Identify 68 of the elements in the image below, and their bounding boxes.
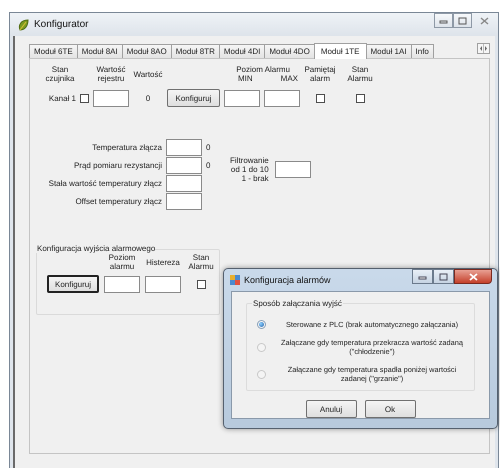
column-header: Poziom Alarmu [235,65,291,74]
dialog-button[interactable]: Ok [364,400,416,418]
input-field[interactable] [166,175,202,192]
close-icon [468,272,478,280]
dialog-button[interactable]: Anuluj [306,400,356,418]
tab[interactable]: Moduł 8AI [76,44,123,58]
radio-button[interactable] [257,370,266,378]
field-label: Prąd pomiaru rezystancji [72,161,162,170]
maximize-button[interactable] [453,13,472,28]
value-text: 0 [144,94,152,102]
column-header: Pamiętaj alarm [304,65,336,83]
group-title: Konfiguracja wyjścia alarmowego [36,244,156,253]
tab[interactable]: Moduł 1TE [314,43,366,59]
close-icon [480,16,488,24]
tab[interactable]: Info [410,44,434,58]
tab-scroll-arrows-icon[interactable] [477,43,490,54]
column-header: Stan czujnika [44,65,76,83]
field-label: Temperatura złącza [91,143,162,152]
tab[interactable]: Moduł 1AI [366,44,412,58]
checkbox[interactable] [316,94,324,102]
input-field[interactable] [166,157,202,174]
input-field[interactable] [166,193,202,210]
group-title: Sposób załączania wyjść [252,299,343,308]
column-header: Poziom alarmu [108,253,136,271]
minimize-button[interactable] [412,269,433,284]
column-header: MIN [238,74,253,83]
max-field[interactable] [264,90,300,106]
register-value-field[interactable] [93,90,129,106]
app-icon [230,275,240,285]
filter-label: Filtrowanie od 1 do 10 1 - brak [230,156,269,183]
maximize-button[interactable] [433,269,454,284]
tab[interactable]: Moduł 8AO [122,44,172,58]
min-field[interactable] [224,90,260,106]
minimize-button[interactable] [434,13,453,28]
column-header: Histereza [145,258,181,269]
window-title: Konfigurator [34,19,88,30]
close-button[interactable] [454,269,492,284]
configure-button[interactable]: Konfiguruj [167,89,220,107]
column-header: Wartość rejestru [95,65,127,83]
radio-button[interactable] [257,342,266,352]
column-header: Stan Alarmu [346,65,374,83]
column-header: Wartość [133,70,163,81]
tab[interactable]: Moduł 8TR [170,44,220,58]
configure-button[interactable]: Konfiguruj [47,275,99,293]
reading-text: 0 [206,161,212,170]
field-label: Stała wartość temperatury złącz [48,179,162,188]
channel-label: Kanał 1 [48,94,76,102]
tab[interactable]: Moduł 4DI [218,44,266,58]
maximize-icon [439,272,448,280]
leaf-icon [18,18,29,30]
minimize-icon [439,18,448,24]
column-header: MAX [280,74,298,83]
alarm-level-field[interactable] [104,276,140,292]
tab[interactable]: Moduł 4DO [264,44,315,58]
checkbox[interactable] [80,94,89,102]
reading-text: 0 [206,143,212,152]
filter-field[interactable] [274,161,311,178]
input-field[interactable] [166,139,202,156]
tab[interactable]: Moduł 6TE [29,44,78,58]
radio-button[interactable] [257,320,266,329]
column-header: Stan Alarmu [187,253,215,271]
checkbox[interactable] [356,94,364,102]
hysteresis-field[interactable] [145,276,181,292]
field-label: Offset temperatury złącz [74,197,162,206]
checkbox[interactable] [196,280,206,288]
minimize-icon [418,274,427,280]
dialog-title: Konfiguracja alarmów [244,275,331,285]
maximize-icon [458,16,467,24]
